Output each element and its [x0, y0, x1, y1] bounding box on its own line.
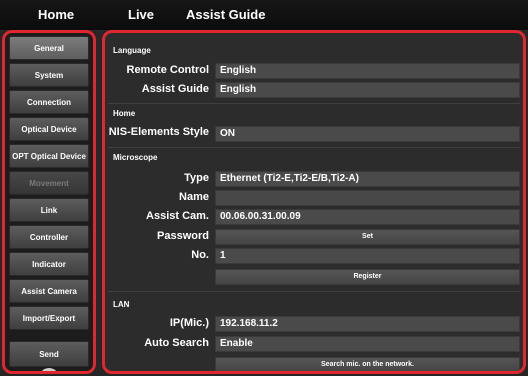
sidebar-item-assist-camera[interactable]: Assist Camera — [9, 279, 89, 303]
scroll-handle-icon[interactable] — [39, 368, 59, 371]
divider — [108, 291, 520, 292]
assist-cam-label: Assist Cam. — [146, 210, 209, 222]
type-label: Type — [184, 172, 209, 184]
send-button[interactable]: Send — [9, 341, 89, 367]
password-label: Password — [157, 230, 209, 242]
general-settings-panel: Language Remote Control English Assist G… — [102, 30, 526, 374]
sidebar-item-movement[interactable]: Movement — [9, 171, 89, 195]
tab-assist-guide[interactable]: Assist Guide — [186, 0, 265, 30]
section-header-language: Language — [113, 46, 151, 55]
auto-search-label: Auto Search — [144, 337, 209, 349]
divider — [108, 103, 520, 104]
top-tab-bar: Home Live Assist Guide — [0, 0, 528, 31]
sidebar-item-link[interactable]: Link — [9, 198, 89, 222]
sidebar-item-connection[interactable]: Connection — [9, 90, 89, 114]
nis-elements-style-label: NIS-Elements Style — [108, 126, 209, 138]
tab-home[interactable]: Home — [38, 0, 74, 30]
sidebar-item-import-export[interactable]: Import/Export — [9, 306, 89, 330]
register-button[interactable]: Register — [215, 269, 520, 285]
name-label: Name — [179, 191, 209, 203]
assist-guide-language-select[interactable]: English — [215, 82, 520, 98]
microscope-type-select[interactable]: Ethernet (Ti2-E,Ti2-E/B,Ti2-A) — [215, 171, 520, 187]
ip-mic-label: IP(Mic.) — [169, 317, 209, 329]
microscope-name-field[interactable] — [215, 190, 520, 206]
sidebar-item-general[interactable]: General — [9, 36, 89, 60]
microscope-number-field[interactable]: 1 — [215, 248, 520, 264]
section-header-lan: LAN — [113, 300, 130, 309]
auto-search-toggle[interactable]: Enable — [215, 336, 520, 352]
sidebar-item-indicator[interactable]: Indicator — [9, 252, 89, 276]
assist-cam-field[interactable]: 00.06.00.31.00.09 — [215, 209, 520, 225]
number-label: No. — [191, 249, 209, 261]
assist-guide-label: Assist Guide — [141, 83, 209, 95]
nis-elements-style-toggle[interactable]: ON — [215, 126, 520, 142]
section-header-home: Home — [113, 109, 136, 118]
remote-control-label: Remote Control — [126, 64, 210, 76]
password-set-button[interactable]: Set — [215, 229, 520, 245]
sidebar-item-optical-device[interactable]: Optical Device — [9, 117, 89, 141]
remote-control-language-select[interactable]: English — [215, 63, 520, 79]
ip-address-field[interactable]: 192.168.11.2 — [215, 316, 520, 332]
tab-live[interactable]: Live — [128, 0, 154, 30]
sidebar-item-opt-optical-device[interactable]: OPT Optical Device — [9, 144, 89, 168]
divider — [108, 147, 520, 148]
search-network-button[interactable]: Search mic. on the network. — [215, 357, 520, 371]
sidebar-item-system[interactable]: System — [9, 63, 89, 87]
settings-sidebar: General System Connection Optical Device… — [2, 30, 96, 374]
section-header-microscope: Microscope — [113, 153, 158, 162]
sidebar-item-controller[interactable]: Controller — [9, 225, 89, 249]
